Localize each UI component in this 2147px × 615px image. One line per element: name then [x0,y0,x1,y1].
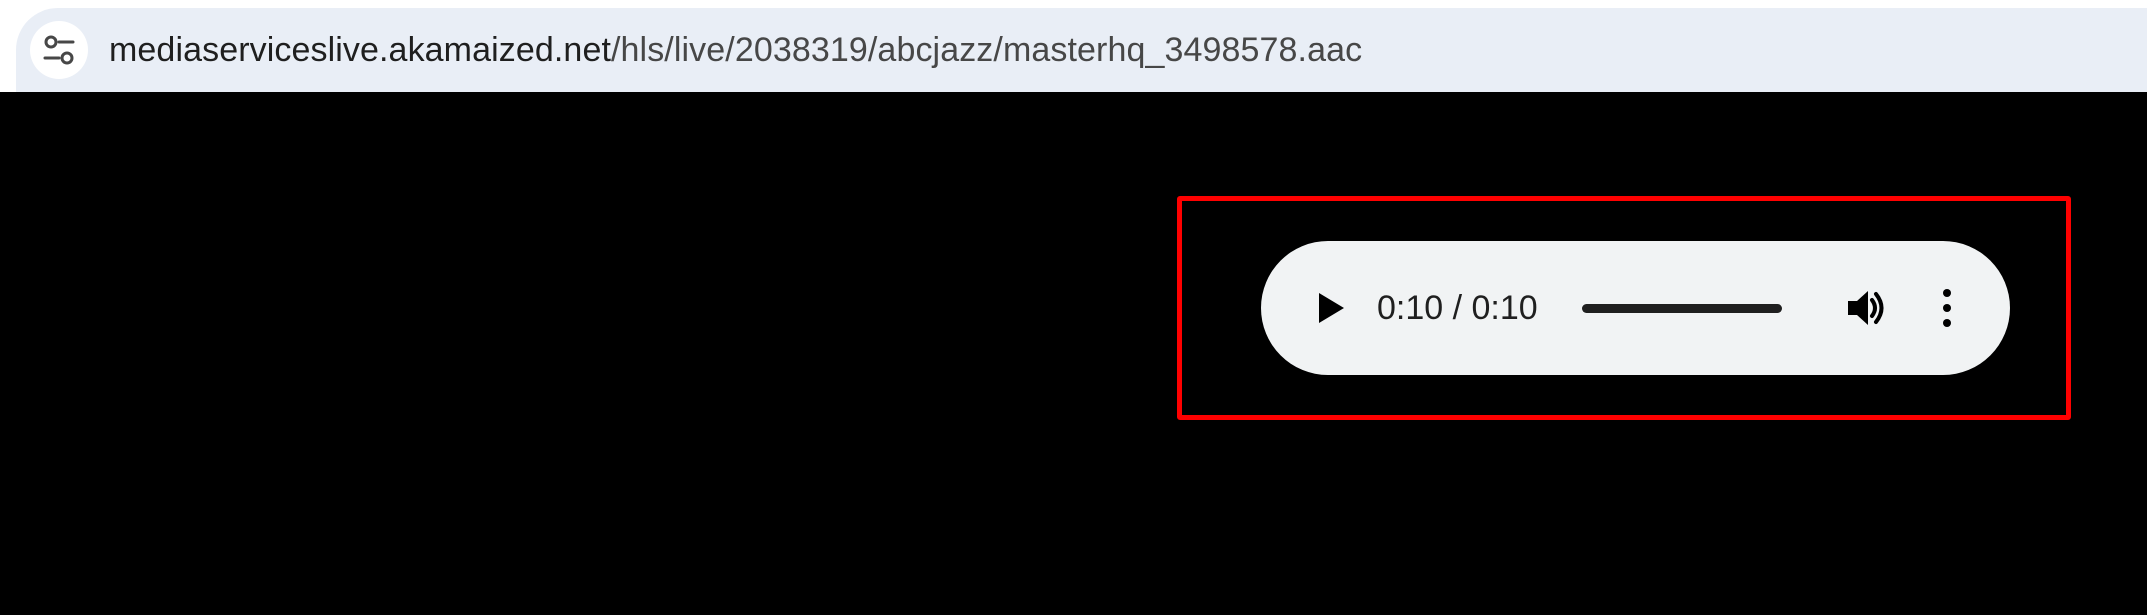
browser-toolbar: mediaserviceslive.akamaized.net/hls/live… [0,0,2147,92]
more-options-button[interactable] [1935,285,1959,331]
url-path: /hls/live/2038319/abcjazz/masterhq_34985… [611,31,1363,69]
play-icon [1319,293,1344,323]
url-text[interactable]: mediaserviceslive.akamaized.net/hls/live… [109,30,1362,70]
volume-button[interactable] [1843,285,1889,331]
address-bar[interactable]: mediaserviceslive.akamaized.net/hls/live… [16,8,2147,92]
play-button[interactable] [1309,286,1353,330]
audio-player[interactable]: 0:10 / 0:10 [1261,241,2010,375]
volume-icon [1848,291,1884,325]
more-vert-icon [1943,289,1951,327]
tune-icon [43,35,75,65]
url-host: mediaserviceslive.akamaized.net [109,31,611,69]
progress-slider[interactable] [1582,304,1782,313]
time-display: 0:10 / 0:10 [1377,289,1538,327]
site-info-button[interactable] [30,21,88,79]
